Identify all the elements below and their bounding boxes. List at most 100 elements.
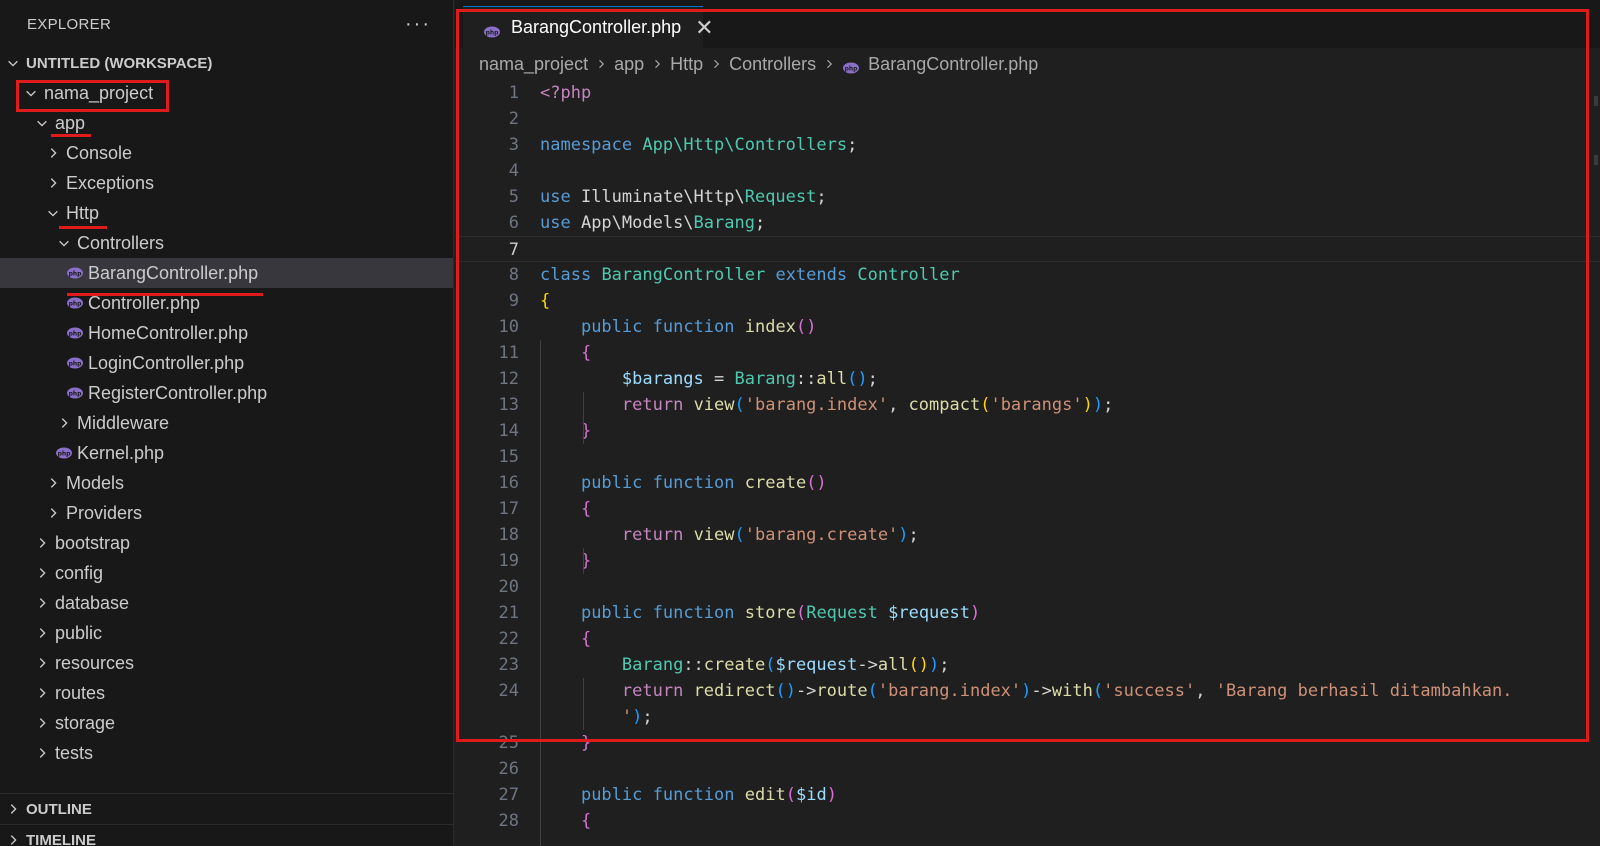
more-actions-icon[interactable]: ··· xyxy=(405,13,431,36)
code-token: use xyxy=(540,187,571,207)
tree-folder-item[interactable]: app xyxy=(0,108,453,138)
code-token: index xyxy=(744,317,796,337)
code-token: store xyxy=(744,603,796,623)
code-line[interactable]: 22 { xyxy=(455,626,1600,652)
code-token: 'barang.create' xyxy=(744,525,899,545)
timeline-section-header[interactable]: TIMELINE xyxy=(0,825,453,846)
breadcrumb-item[interactable]: Http xyxy=(670,54,703,75)
tree-file-item[interactable]: php RegisterController.php xyxy=(0,378,453,408)
tree-file-item[interactable]: php HomeController.php xyxy=(0,318,453,348)
tree-folder-item[interactable]: Http xyxy=(0,198,453,228)
tree-folder-item[interactable]: Exceptions xyxy=(0,168,453,198)
code-token: function xyxy=(652,473,735,493)
tree-file-item[interactable]: php Kernel.php xyxy=(0,438,453,468)
code-line[interactable]: 12 $barangs = Barang::all(); xyxy=(455,366,1600,392)
php-file-icon: php xyxy=(66,297,84,309)
code-line[interactable]: 26 xyxy=(455,756,1600,782)
code-line[interactable]: 23 Barang::create($request->all()); xyxy=(455,652,1600,678)
code-line[interactable]: 21 public function store(Request $reques… xyxy=(455,600,1600,626)
workspace-section-header[interactable]: UNTITLED (WORKSPACE) xyxy=(0,48,453,78)
chevron-right-icon xyxy=(0,833,26,846)
code-line[interactable]: 20 xyxy=(455,574,1600,600)
code-token: ( xyxy=(765,655,776,675)
code-token: return xyxy=(621,395,684,415)
code-line[interactable]: 25 } xyxy=(455,730,1600,756)
tree-item-label: Console xyxy=(66,142,133,163)
tree-folder-item[interactable]: resources xyxy=(0,648,453,678)
tree-folder-item[interactable]: routes xyxy=(0,678,453,708)
code-line[interactable]: 7 xyxy=(455,236,1600,262)
code-token: ; xyxy=(816,187,827,207)
code-editor[interactable]: 1 <?php 2 3 namespace App\Http\Controllers; 4… xyxy=(455,80,1600,846)
code-token: with xyxy=(1051,681,1093,701)
code-line[interactable]: 4 xyxy=(455,158,1600,184)
tree-folder-item[interactable]: Models xyxy=(0,468,453,498)
tab-barang-controller[interactable]: php BarangController.php ✕ xyxy=(463,6,714,48)
code-line[interactable]: 11 { xyxy=(455,340,1600,366)
code-line[interactable]: 14 } xyxy=(455,418,1600,444)
tree-folder-item[interactable]: Console xyxy=(0,138,453,168)
tree-folder-item[interactable]: Controllers xyxy=(0,228,453,258)
tree-folder-item[interactable]: database xyxy=(0,588,453,618)
code-token: edit xyxy=(744,785,786,805)
code-token: public xyxy=(580,317,643,337)
code-line[interactable]: 17 { xyxy=(455,496,1600,522)
code-line[interactable]: 3 namespace App\Http\Controllers; xyxy=(455,132,1600,158)
tree-folder-item[interactable]: bootstrap xyxy=(0,528,453,558)
code-line[interactable]: 1 <?php xyxy=(455,80,1600,106)
code-line[interactable]: 24 return redirect()->route('barang.inde… xyxy=(455,678,1600,704)
code-line[interactable]: 9{ xyxy=(455,288,1600,314)
code-line[interactable]: 5 use Illuminate\Http\Request; xyxy=(455,184,1600,210)
php-file-icon: php xyxy=(842,58,860,74)
tree-item-label: BarangController.php xyxy=(88,262,259,283)
code-token: { xyxy=(540,291,551,311)
code-line[interactable]: 2 xyxy=(455,106,1600,132)
code-line[interactable]: 6 use App\Models\Barang; xyxy=(455,210,1600,236)
code-text: } xyxy=(540,730,591,756)
code-token: Request xyxy=(744,187,817,207)
tree-folder-item[interactable]: config xyxy=(0,558,453,588)
tree-folder-item[interactable]: Providers xyxy=(0,498,453,528)
code-token: route xyxy=(816,681,868,701)
code-token: ) xyxy=(1082,395,1093,415)
code-line[interactable]: 16 public function create() xyxy=(455,470,1600,496)
code-token: return xyxy=(621,681,684,701)
tree-file-item[interactable]: php LoginController.php xyxy=(0,348,453,378)
code-token: namespace xyxy=(540,135,633,155)
code-line[interactable]: 10 public function index() xyxy=(455,314,1600,340)
tree-folder-item[interactable]: tests xyxy=(0,738,453,768)
line-number: 22 xyxy=(498,629,519,649)
tree-folder-item[interactable]: public xyxy=(0,618,453,648)
code-line[interactable]: 19 } xyxy=(455,548,1600,574)
tree-folder-item[interactable]: nama_project xyxy=(0,78,453,108)
code-line[interactable]: 8 class BarangController extends Controll… xyxy=(455,262,1600,288)
tree-folder-item[interactable]: Middleware xyxy=(0,408,453,438)
breadcrumb-item[interactable]: BarangController.php xyxy=(868,54,1038,75)
chevron-right-icon xyxy=(44,506,62,520)
code-line[interactable]: 27 public function edit($id) xyxy=(455,782,1600,808)
code-line[interactable]: 15 xyxy=(455,444,1600,470)
code-line[interactable]: 28 { xyxy=(455,808,1600,834)
close-icon[interactable]: ✕ xyxy=(695,16,713,39)
code-token: Controller xyxy=(857,265,960,285)
code-token: ; xyxy=(847,135,858,155)
tree-file-item[interactable]: php BarangController.php xyxy=(0,258,453,288)
code-line[interactable]: '); xyxy=(455,704,1600,730)
breadcrumb-item[interactable]: app xyxy=(614,54,644,75)
tree-folder-item[interactable]: storage xyxy=(0,708,453,738)
tree-file-item[interactable]: php Controller.php xyxy=(0,288,453,318)
tree-item-label: database xyxy=(55,592,130,613)
breadcrumb-item[interactable]: nama_project xyxy=(479,54,588,75)
outline-section-header[interactable]: OUTLINE xyxy=(0,794,453,824)
code-line[interactable]: 13 return view('barang.index', compact('… xyxy=(455,392,1600,418)
code-token: Barang xyxy=(734,369,796,389)
breadcrumb-item[interactable]: Controllers xyxy=(729,54,816,75)
code-line[interactable]: 18 return view('barang.create'); xyxy=(455,522,1600,548)
tree-item-label: Kernel.php xyxy=(77,442,165,463)
